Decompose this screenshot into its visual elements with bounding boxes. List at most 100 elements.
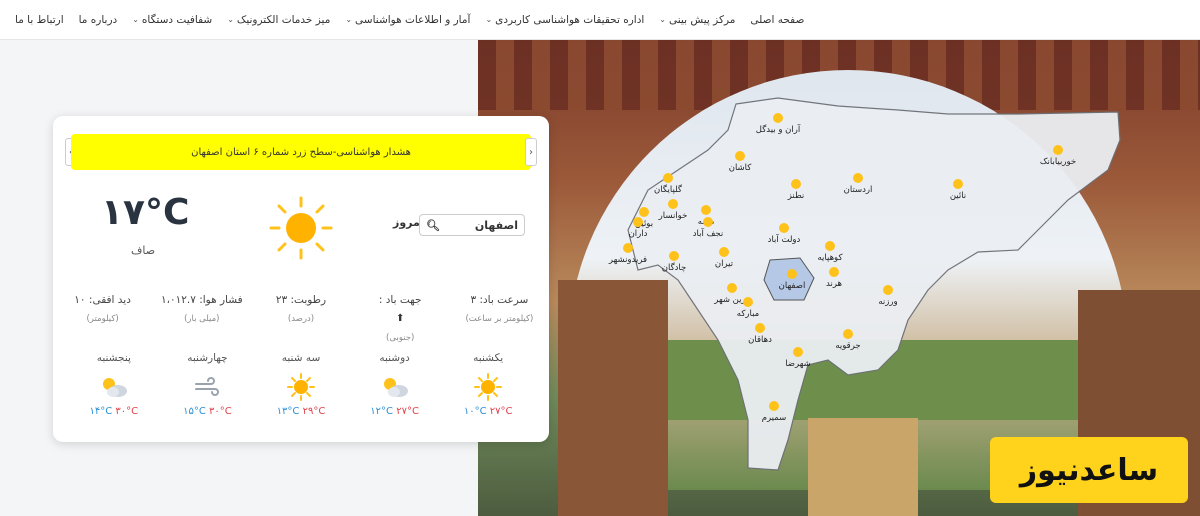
city-sun-icon [779, 223, 789, 233]
nav-item-5[interactable]: شفافیت دستگاه ⌄ [132, 14, 212, 26]
stat-unit: (میلی بار) [184, 314, 220, 324]
city-sun-icon [825, 241, 835, 251]
city-sun-icon [773, 113, 783, 123]
map-city-label[interactable]: نجف آباد [693, 227, 723, 239]
map-city-label[interactable]: داران [629, 229, 648, 239]
map-city-label[interactable]: ورزنه [878, 297, 897, 307]
city-sun-icon [719, 247, 729, 257]
weather-stats: سرعت باد: ۳ (کیلومتر بر ساعت) جهت باد : ⬆ (… [53, 294, 549, 343]
forecast-temps: ۱۵°C ۳۰°C [161, 406, 255, 417]
map-city-label[interactable]: دولت آباد [768, 233, 801, 245]
city-sun-icon [953, 179, 963, 189]
alert-next-button[interactable]: › [525, 138, 537, 166]
top-navigation: صفحه اصلی مرکز پیش بینی ⌄ اداره تحقیقات هوا… [0, 0, 1200, 40]
map-city-label[interactable]: خوانسار [658, 211, 688, 221]
forecast-day: چهارشنبه ۱۵°C ۳۰°C [161, 352, 255, 432]
nav-item-label: صفحه اصلی [750, 13, 805, 26]
map-city-label[interactable]: چادگان [662, 262, 687, 273]
city-sun-icon [769, 401, 779, 411]
stat-item: فشار هوا: ۱،۰۱۲.۷ (میلی بار) [152, 294, 251, 334]
stat-item: سرعت باد: ۳ (کیلومتر بر ساعت) [450, 294, 549, 334]
forecast-high: ۲۷°C [396, 406, 419, 417]
stat-value: سرعت باد: ۳ [470, 294, 529, 306]
city-sun-icon [727, 283, 737, 293]
nav-item-1[interactable]: مرکز پیش بینی ⌄ [659, 14, 735, 26]
map-city-label[interactable]: سمیرم [762, 413, 787, 423]
stat-item: دید افقی: ۱۰ (کیلومتر) [53, 294, 152, 334]
province-shape [627, 97, 1121, 471]
map-city-label[interactable]: گلپایگان [654, 184, 683, 195]
forecast-high: ۳۰°C [209, 406, 232, 417]
forecast-low: ۱۰°C [463, 406, 487, 417]
city-sun-icon [669, 251, 679, 261]
city-sun-icon [843, 329, 853, 339]
nav-item-label: شفافیت دستگاه [141, 13, 213, 26]
map-city-label[interactable]: شهرضا [785, 359, 811, 369]
city-sun-icon [735, 151, 745, 161]
nav-item-2[interactable]: اداره تحقیقات هواشناسی کاربردی ⌄ [485, 14, 644, 26]
forecast-day-name: چهارشنبه [187, 352, 228, 364]
wind-icon [161, 372, 255, 402]
map-city-label[interactable]: نائین [950, 191, 966, 201]
city-sun-icon [623, 243, 633, 253]
nav-list: صفحه اصلی مرکز پیش بینی ⌄ اداره تحقیقات هوا… [0, 14, 804, 26]
map-city-label[interactable]: نطنز [787, 191, 805, 201]
stat-unit: (کیلومتر بر ساعت) [465, 314, 534, 324]
city-sun-icon [639, 207, 649, 217]
city-sun-icon [668, 199, 678, 209]
forecast-temps: ۱۲°C ۲۷°C [348, 406, 442, 417]
map-city-label[interactable]: فریدونشهر [608, 255, 647, 265]
sun-icon [441, 372, 535, 402]
city-sun-icon [743, 297, 753, 307]
chevron-down-icon: ⌄ [227, 15, 234, 24]
nav-item-7[interactable]: ارتباط با ما [15, 14, 64, 26]
forecast-day-name: یکشنبه [473, 352, 504, 364]
forecast-day: سه شنبه ۱۳°C ۲۹°C [254, 352, 348, 432]
current-condition: صاف [131, 244, 156, 257]
nav-item-0[interactable]: صفحه اصلی [750, 14, 804, 26]
forecast-low: ۱۲°C [370, 406, 394, 417]
stat-value: فشار هوا: ۱،۰۱۲.۷ [160, 294, 243, 306]
map-city-label[interactable]: آران و بیدگل [756, 123, 801, 135]
search-icon[interactable]: 🔍︎ [426, 219, 440, 232]
stat-value: جهت باد : [378, 294, 422, 306]
map-city-label[interactable]: اصفهان [779, 281, 806, 291]
forecast-day-name: دوشنبه [379, 352, 410, 364]
map-city-label[interactable]: دهاقان [748, 335, 772, 345]
forecast-day: یکشنبه ۱۰°C ۲۷°C [441, 352, 535, 432]
chevron-down-icon: ⌄ [659, 15, 666, 24]
forecast-day: پنجشنبه ۱۴°C ۳۰°C [67, 352, 161, 432]
map-city-label[interactable]: کوهپایه [818, 253, 844, 263]
map-city-label[interactable]: اردستان [844, 185, 873, 195]
nav-item-label: ارتباط با ما [15, 13, 64, 26]
wind-direction-icon: ⬆ [396, 313, 405, 324]
city-sun-icon [829, 267, 839, 277]
sun-icon [254, 372, 348, 402]
chevron-down-icon: ⌄ [132, 15, 139, 24]
partly-cloudy-icon [67, 372, 161, 402]
forecast-temps: ۱۰°C ۲۷°C [441, 406, 535, 417]
forecast-high: ۲۷°C [489, 406, 513, 417]
forecast-day: دوشنبه ۱۲°C ۲۷°C [348, 352, 442, 432]
brand-logo: ساعدنیوز [990, 437, 1188, 503]
map-city-label[interactable]: خوربیابانک [1040, 157, 1076, 167]
brand-text: ساعدنیوز [1019, 452, 1159, 488]
map-city-label[interactable]: تیران [715, 259, 734, 269]
nav-item-3[interactable]: آمار و اطلاعات هواشناسی ⌄ [345, 14, 470, 26]
city-sun-icon [1053, 145, 1063, 155]
forecast-low: ۱۴°C [89, 406, 113, 417]
map-city-label[interactable]: کاشان [729, 163, 753, 173]
city-sun-icon [703, 217, 713, 227]
map-city-label[interactable]: هرند [826, 279, 842, 289]
city-sun-icon [633, 217, 643, 227]
map-city-label[interactable]: جرقویه [835, 341, 860, 351]
map-city-label[interactable]: مبارکه [737, 309, 759, 319]
weather-alert-banner[interactable]: هشدار هواشناسی-سطح زرد شماره ۶ استان اصف… [71, 134, 531, 170]
city-search-input[interactable]: اصفهان 🔍︎ [419, 214, 525, 236]
nav-item-4[interactable]: میز خدمات الکترونیک ⌄ [227, 14, 330, 26]
nav-item-label: میز خدمات الکترونیک [236, 13, 331, 26]
nav-item-label: درباره ما [78, 13, 118, 26]
city-sun-icon [787, 269, 797, 279]
nav-item-6[interactable]: درباره ما [79, 14, 118, 26]
city-sun-icon [701, 205, 711, 215]
